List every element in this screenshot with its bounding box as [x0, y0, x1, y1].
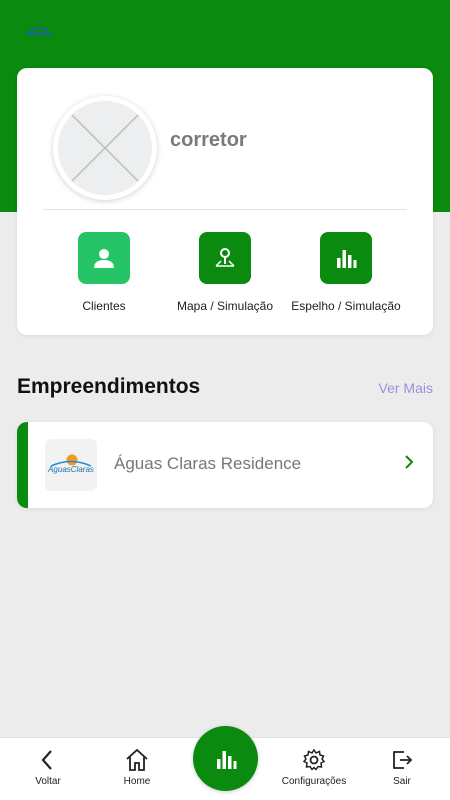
bar-chart-icon [337, 250, 357, 268]
nav-logout[interactable]: Sair [362, 748, 442, 787]
clients-button[interactable]: Clientes [39, 232, 169, 313]
chevron-left-icon [41, 750, 52, 770]
project-logo-text: AguasClaras [47, 465, 94, 474]
nav-label: Sair [393, 776, 411, 787]
nav-settings[interactable]: Configurações [274, 748, 354, 787]
bar-chart-icon [216, 750, 236, 769]
map-simulation-button[interactable]: Mapa / Simulação [160, 232, 290, 313]
mirror-fab-button[interactable] [193, 726, 258, 791]
action-label: Espelho / Simulação [291, 299, 401, 313]
action-label: Clientes [82, 299, 126, 313]
action-tile [78, 232, 130, 284]
profile-card: corretor Clientes Mapa / Simulação Espel… [17, 68, 433, 335]
logout-icon [393, 751, 413, 769]
nav-back[interactable]: Voltar [8, 748, 88, 787]
section-title: Empreendimentos [17, 375, 201, 398]
avatar-placeholder-icon [58, 101, 152, 195]
card-accent [17, 422, 28, 508]
divider [43, 209, 407, 210]
nav-label: Home [123, 776, 151, 787]
nav-label: Voltar [35, 776, 61, 787]
project-name: Águas Claras Residence [114, 454, 302, 473]
nav-label: Configurações [281, 776, 347, 787]
action-tile [199, 232, 251, 284]
project-logo: AguasClaras [45, 439, 97, 491]
chevron-right-icon [405, 455, 414, 469]
gear-icon [302, 748, 326, 771]
app-logo-icon [26, 27, 52, 35]
home-icon [126, 748, 148, 771]
action-label: Mapa / Simulação [176, 299, 274, 313]
map-pin-icon [215, 248, 235, 267]
project-card[interactable]: AguasClaras Águas Claras Residence [17, 422, 433, 508]
person-icon [94, 249, 114, 268]
avatar[interactable] [53, 96, 157, 200]
action-tile [320, 232, 372, 284]
see-more-link[interactable]: Ver Mais [379, 380, 433, 396]
profile-name: corretor [170, 129, 247, 151]
mirror-simulation-button[interactable]: Espelho / Simulação [281, 232, 411, 313]
nav-home[interactable]: Home [97, 748, 177, 787]
